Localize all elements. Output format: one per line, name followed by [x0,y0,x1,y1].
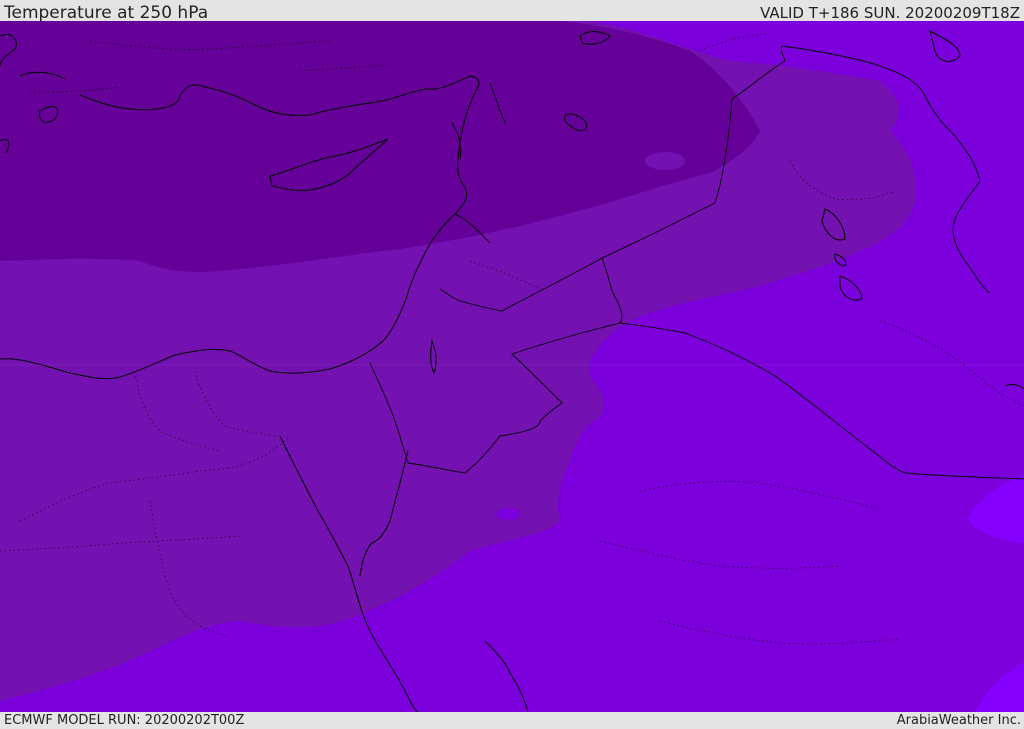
temperature-band-patch-2 [496,508,520,520]
header-bar: Temperature at 250 hPa VALID T+186 SUN. … [0,0,1024,23]
map-canvas [0,21,1024,712]
footer-bar: ECMWF MODEL RUN: 20200202T00Z ArabiaWeat… [0,712,1024,729]
map-title: Temperature at 250 hPa [4,3,209,23]
valid-time-label: VALID T+186 SUN. 20200209T18Z [760,4,1020,22]
model-run-label: ECMWF MODEL RUN: 20200202T00Z [4,713,245,728]
temperature-map[interactable] [0,21,1024,712]
credit-label: ArabiaWeather Inc. [896,713,1021,728]
temperature-band-patch [645,152,685,170]
